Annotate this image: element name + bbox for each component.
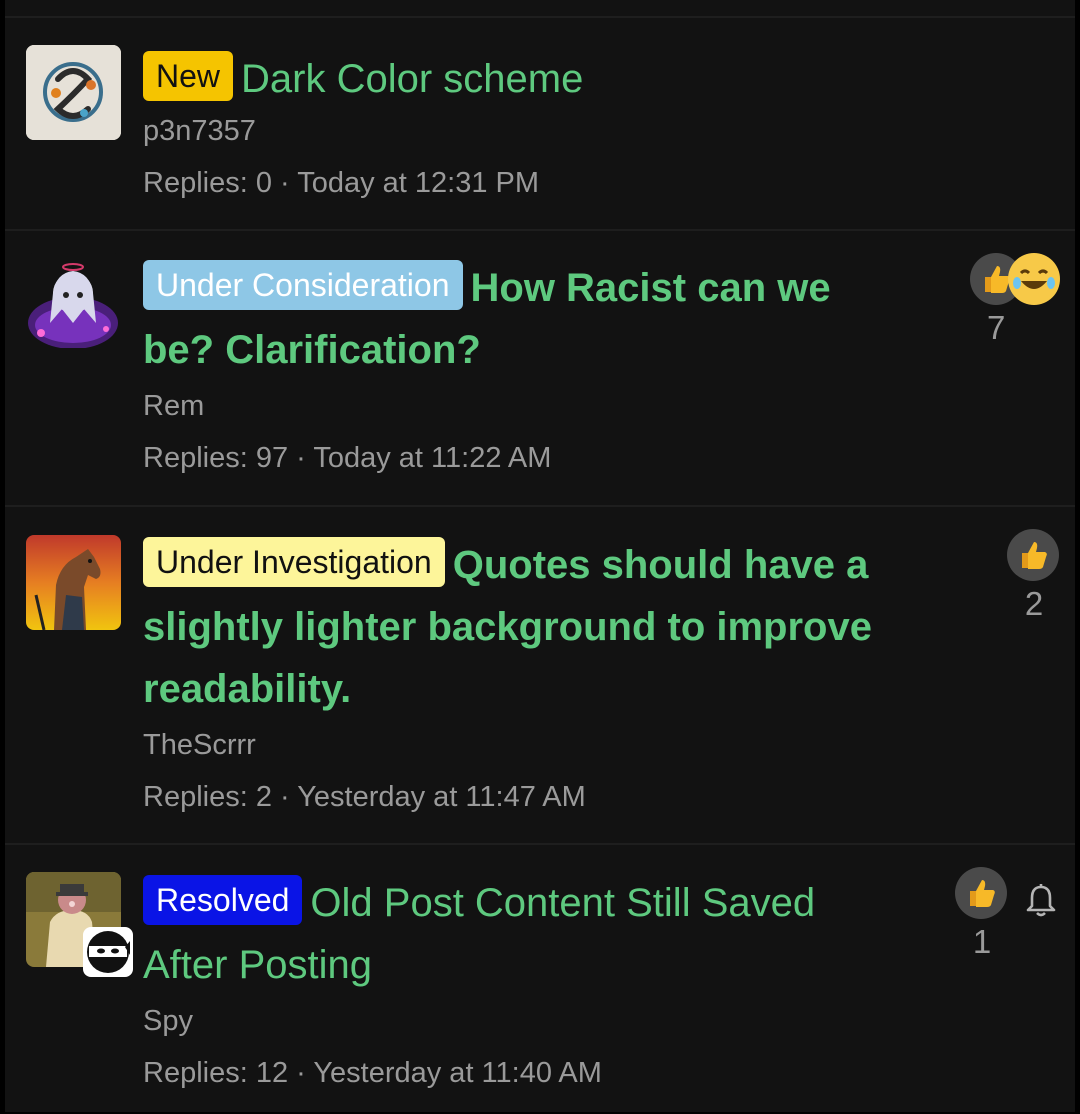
thread-time[interactable]: Today at 12:31 PM (297, 167, 539, 199)
ninja-icon (87, 931, 130, 973)
bell-icon[interactable] (1021, 881, 1061, 921)
thread-item[interactable]: Under Investigation Quotes should have a … (5, 505, 1075, 844)
thread-author[interactable]: Spy (143, 1004, 925, 1038)
replies-count: Replies: 97 (143, 442, 289, 474)
thread-title-row-2[interactable]: After Posting (143, 934, 925, 996)
thread-author[interactable]: TheScrrr (143, 728, 925, 762)
ninja-badge (83, 927, 133, 977)
replies-count: Replies: 0 (143, 167, 272, 199)
thread-title-continued[interactable]: readability. (143, 667, 351, 711)
thumbs-up-icon (1007, 529, 1059, 581)
thread-item[interactable]: Under Consideration How Racist can we be?… (5, 229, 1075, 506)
thread-time[interactable]: Yesterday at 11:40 AM (313, 1057, 602, 1089)
meta-separator: · (288, 442, 314, 474)
thread-title-continued[interactable]: slightly lighter background to improve (143, 605, 872, 649)
thread-meta: Replies: 97 · Today at 11:22 AM (143, 441, 925, 475)
thread-title-row[interactable]: Under Investigation Quotes should have a (143, 534, 925, 596)
thread-title-row-3[interactable]: readability. (143, 658, 925, 720)
reaction-count: 2 (1024, 585, 1044, 622)
prefix-label-under-consideration: Under Consideration (143, 260, 463, 310)
thread-title[interactable]: Old Post Content Still Saved (310, 881, 815, 925)
replies-count: Replies: 12 (143, 1057, 289, 1089)
meta-separator: · (288, 1057, 314, 1089)
avatar[interactable] (26, 45, 121, 140)
avatar[interactable] (26, 253, 121, 348)
meta-separator: · (271, 167, 298, 199)
thread-main: New Dark Color scheme p3n7357 Replies: 0 … (143, 48, 925, 200)
reaction-summary[interactable]: 1 (955, 867, 1009, 961)
thread-title-row[interactable]: Under Consideration How Racist can we (143, 257, 925, 319)
thread-author[interactable]: Rem (143, 389, 925, 423)
avatar[interactable] (26, 535, 121, 630)
thread-time[interactable]: Yesterday at 11:47 AM (297, 781, 586, 813)
thread-meta: Replies: 0 · Today at 12:31 PM (143, 166, 925, 200)
thread-meta: Replies: 12 · Yesterday at 11:40 AM (143, 1056, 925, 1090)
reaction-icons (970, 253, 1060, 305)
thread-meta: Replies: 2 · Yesterday at 11:47 AM (143, 780, 925, 814)
reaction-summary[interactable]: 7 (970, 253, 1060, 347)
thread-time[interactable]: Today at 11:22 AM (313, 442, 551, 474)
thumbs-up-icon (955, 867, 1007, 919)
reaction-count: 1 (972, 923, 992, 960)
reaction-summary[interactable]: 2 (1007, 529, 1061, 623)
meta-separator: · (271, 781, 298, 813)
thread-title-row-2[interactable]: be? Clarification? (143, 319, 925, 381)
thread-main: Under Consideration How Racist can we be?… (143, 257, 925, 475)
thread-title-row[interactable]: New Dark Color scheme (143, 48, 925, 110)
laughing-face-icon (1008, 253, 1060, 305)
thread-list: New Dark Color scheme p3n7357 Replies: 0 … (5, 0, 1075, 1112)
thread-title-continued[interactable]: After Posting (143, 943, 372, 987)
thread-title[interactable]: Quotes should have a (453, 543, 869, 587)
thread-author[interactable]: p3n7357 (143, 114, 925, 148)
reaction-icons (955, 867, 1009, 919)
thread-item[interactable]: Resolved Old Post Content Still Saved Aft… (5, 843, 1075, 1114)
thread-title-continued[interactable]: be? Clarification? (143, 328, 481, 372)
thread-main: Under Investigation Quotes should have a … (143, 534, 925, 814)
reaction-icons (1007, 529, 1061, 581)
replies-count: Replies: 2 (143, 781, 272, 813)
thread-main: Resolved Old Post Content Still Saved Aft… (143, 872, 925, 1090)
prefix-label-resolved: Resolved (143, 875, 303, 925)
prefix-label-under-investigation: Under Investigation (143, 537, 445, 587)
thread-title[interactable]: Dark Color scheme (241, 57, 583, 101)
prefix-label-new: New (143, 51, 234, 101)
thread-item[interactable]: New Dark Color scheme p3n7357 Replies: 0 … (5, 16, 1075, 230)
reaction-count: 7 (987, 309, 1006, 346)
thread-title-row[interactable]: Resolved Old Post Content Still Saved (143, 872, 925, 934)
thread-title-row-2[interactable]: slightly lighter background to improve (143, 596, 925, 658)
thread-title[interactable]: How Racist can we (471, 266, 831, 310)
